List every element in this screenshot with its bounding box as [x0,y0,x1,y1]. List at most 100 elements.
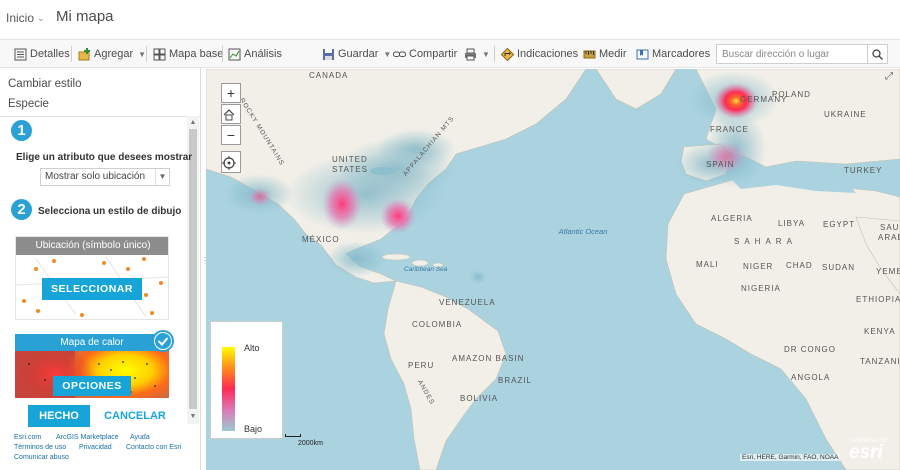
measure-label: Medir [599,48,627,60]
map-label-united-states-2: STATES [332,165,368,174]
bookmarks-button[interactable]: Marcadores [636,40,710,68]
search-input[interactable] [716,44,868,64]
map-label-atlantic: Atlantic Ocean [558,227,608,236]
directions-label: Indicaciones [517,48,579,60]
ruler-icon [583,50,596,58]
done-button[interactable]: HECHO [28,405,90,427]
step-2-text: Selecciona un estilo de dibujo [38,206,182,217]
legend-low-label: Bajo [244,424,263,434]
heatmap-options-button[interactable]: OPCIONES [53,376,131,396]
search-button[interactable] [868,44,888,64]
details-icon [14,48,27,60]
measure-button[interactable]: Medir [583,40,627,68]
step-1-text: Elige un atributo que desees mostrar [16,152,193,163]
expand-icon[interactable]: ⤢ [885,71,893,82]
analysis-label: Análisis [244,48,282,60]
style-panel: Cambiar estilo Especie ▲ ▼ 1 Elige un at… [0,68,201,470]
basemap-button[interactable]: Mapa base [153,40,223,68]
home-label: Inicio [6,11,35,25]
esri-logo-name: esri [849,442,883,463]
scale-label: 2000km [298,440,323,447]
chevron-down-icon: ▼ [155,169,169,185]
basemap-icon [153,48,166,60]
map-label-amazon: AMAZON BASIN [452,354,525,363]
scroll-down-icon[interactable]: ▼ [187,412,199,422]
map-label-peru: PERU [408,361,435,370]
footer-links: Esri.com ArcGIS Marketplace Ayuda Términ… [0,433,200,470]
analysis-button[interactable]: Análisis [228,40,282,68]
style-card-location[interactable]: Ubicación (símbolo único) SELECCIONAR [15,236,169,320]
print-button[interactable]: ▼ [464,40,490,68]
home-menu[interactable]: Inicio ⌄ [6,11,45,25]
map-label-niger: NIGER [743,262,774,271]
map-label-saudi: SAUDI [880,223,900,232]
locate-icon [222,156,236,170]
home-icon [223,109,235,121]
bookmark-icon [636,49,649,59]
select-style-button[interactable]: SELECCIONAR [42,278,142,300]
map-label-tanzania: TANZANIA [860,357,900,366]
style-card-heatmap-title: Mapa de calor [15,334,169,351]
directions-button[interactable]: Indicaciones [501,40,578,68]
map-label-arabia: ARABIA [878,233,900,242]
attribute-select-value: Mostrar solo ubicación [45,171,146,182]
bookmarks-label: Marcadores [652,48,711,60]
map-label-turkey: TURKEY [844,166,883,175]
zoom-out-button[interactable]: − [221,125,241,145]
map-label-yemen: YEMEN [876,267,900,276]
home-view-button[interactable] [221,104,241,124]
details-label: Detalles [30,48,70,60]
add-button[interactable]: Agregar ▼ [78,40,146,68]
save-button[interactable]: Guardar ▼ [322,40,391,68]
map-label-dr-congo: DR CONGO [784,345,836,354]
map-label-canada: CANADA [309,71,349,80]
attribute-select[interactable]: Mostrar solo ubicación ▼ [40,168,170,186]
footer-link-help[interactable]: Ayuda [130,434,150,441]
layer-name: Especie [8,98,49,110]
footer-link-contact[interactable]: Contacto con Esri [126,444,181,451]
map-view[interactable]: CANADA ROCKY MOUNTAINS UNITED STATES APP… [206,69,900,470]
save-icon [323,48,334,60]
selected-check-icon [152,330,174,352]
analysis-icon [228,48,241,60]
style-card-heatmap[interactable]: Mapa de calor OPCIONES [15,334,169,398]
link-icon [393,51,406,57]
scroll-up-icon[interactable]: ▲ [187,118,199,128]
basemap-label: Mapa base [169,48,224,60]
map-label-mali: MALI [696,260,719,269]
toolbar: Detalles Agregar ▼ Mapa base Análisis Gu… [0,39,900,68]
add-icon [78,47,90,60]
scale-bar [285,434,301,437]
search-icon [872,48,883,60]
footer-link-esri[interactable]: Esri.com [14,434,41,441]
map-label-brazil: BRAZIL [498,376,533,385]
share-button[interactable]: Compartir [393,40,457,68]
map-label-angola: ANGOLA [791,373,831,382]
esri-logo: POWERED BY esri [847,438,895,466]
details-button[interactable]: Detalles [14,40,70,68]
map-label-kenya: KENYA [864,327,896,336]
map-label-spain: SPAIN [706,160,735,169]
footer-link-marketplace[interactable]: ArcGIS Marketplace [56,434,119,441]
map-label-ukraine: UKRAINE [824,110,867,119]
print-icon [465,48,476,60]
map-label-united-states: UNITED [332,155,368,164]
style-card-location-title: Ubicación (símbolo único) [16,237,168,255]
heatmap-legend: Alto Bajo [210,321,283,439]
map-label-ethiopia: ETHIOPIA [856,295,900,304]
step-1-badge: 1 [11,120,32,141]
scrollbar-thumb[interactable] [189,129,197,409]
locate-button[interactable] [221,151,241,173]
zoom-in-button[interactable]: + [221,83,241,103]
map-label-egypt: EGYPT [823,220,856,229]
directions-icon [501,47,514,61]
cancel-button[interactable]: CANCELAR [100,405,170,427]
map-label-mexico: MÉXICO [302,235,340,244]
toolbar-divider [222,46,223,62]
footer-link-report[interactable]: Comunicar abuso [14,454,69,461]
footer-link-privacy[interactable]: Privacidad [79,444,112,451]
map-label-poland: POLAND [772,90,811,99]
panel-title: Cambiar estilo [8,78,82,90]
footer-link-terms[interactable]: Términos de uso [14,444,66,451]
map-label-algeria: ALGERIA [711,214,753,223]
